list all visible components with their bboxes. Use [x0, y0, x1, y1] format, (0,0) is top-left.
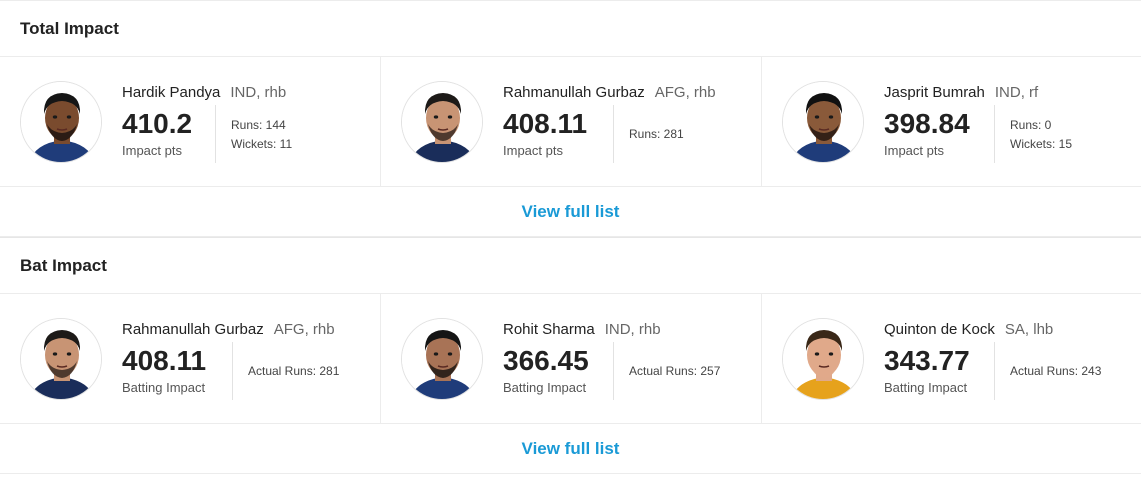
- section-title: Total Impact: [0, 1, 1141, 57]
- impact-score: 366.45: [503, 344, 589, 376]
- player-cards: Hardik Pandya IND, rhb 410.2 Impact pts …: [0, 57, 1141, 187]
- extra-stats: Runs: 144 Wickets: 11: [216, 109, 292, 161]
- player-info: Jasprit Bumrah IND, rf 398.84 Impact pts…: [884, 83, 1141, 163]
- player-card[interactable]: Rohit Sharma IND, rhb 366.45 Batting Imp…: [381, 294, 762, 424]
- player-avatar[interactable]: [782, 81, 864, 163]
- view-full-list-link[interactable]: View full list: [0, 424, 1141, 474]
- extra-stats: Runs: 0 Wickets: 15: [995, 109, 1072, 161]
- impact-score: 408.11: [503, 107, 588, 139]
- player-avatar[interactable]: [20, 318, 102, 400]
- player-meta: AFG, rhb: [273, 320, 335, 338]
- score-block: 366.45 Batting Impact: [503, 344, 613, 398]
- player-name[interactable]: Quinton de Kock: [884, 321, 995, 338]
- score-label: Batting Impact: [503, 379, 587, 395]
- score-label: Impact pts: [884, 142, 944, 158]
- player-name[interactable]: Rahmanullah Gurbaz: [503, 84, 645, 101]
- score-block: 343.77 Batting Impact: [884, 344, 994, 398]
- extra-stat: Actual Runs: 257: [629, 364, 721, 378]
- player-card[interactable]: Jasprit Bumrah IND, rf 398.84 Impact pts…: [762, 57, 1141, 187]
- player-avatar[interactable]: [401, 81, 483, 163]
- extra-stats: Actual Runs: 257: [614, 346, 720, 398]
- player-name[interactable]: Hardik Pandya: [122, 84, 220, 101]
- score-block: 398.84 Impact pts: [884, 107, 994, 161]
- extra-stat: Runs: 281: [629, 127, 684, 141]
- extra-stat: Actual Runs: 281: [248, 364, 340, 378]
- player-cards: Rahmanullah Gurbaz AFG, rhb 408.11 Batti…: [0, 294, 1141, 424]
- player-avatar[interactable]: [782, 318, 864, 400]
- impact-score: 408.11: [122, 344, 207, 376]
- player-name[interactable]: Rahmanullah Gurbaz: [122, 321, 264, 338]
- player-avatar[interactable]: [20, 81, 102, 163]
- section-title: Bat Impact: [0, 238, 1141, 294]
- score-block: 410.2 Impact pts: [122, 107, 215, 161]
- player-info: Quinton de Kock SA, lhb 343.77 Batting I…: [884, 320, 1141, 400]
- player-name[interactable]: Jasprit Bumrah: [884, 84, 985, 101]
- extra-stats: Actual Runs: 281: [233, 346, 339, 398]
- player-info: Rahmanullah Gurbaz AFG, rhb 408.11 Impac…: [503, 83, 761, 163]
- impact-score: 410.2: [122, 107, 193, 139]
- score-label: Batting Impact: [122, 379, 206, 395]
- score-block: 408.11 Batting Impact: [122, 344, 232, 398]
- player-info: Rohit Sharma IND, rhb 366.45 Batting Imp…: [503, 320, 761, 400]
- score-block: 408.11 Impact pts: [503, 107, 613, 161]
- impact-page: Total Impact Hardik Pandya IND, rhb 410.…: [0, 0, 1141, 474]
- player-card[interactable]: Hardik Pandya IND, rhb 410.2 Impact pts …: [0, 57, 381, 187]
- player-avatar[interactable]: [401, 318, 483, 400]
- impact-score: 398.84: [884, 107, 970, 139]
- score-label: Impact pts: [122, 142, 182, 158]
- player-name[interactable]: Rohit Sharma: [503, 321, 595, 338]
- score-label: Batting Impact: [884, 379, 968, 395]
- player-info: Rahmanullah Gurbaz AFG, rhb 408.11 Batti…: [122, 320, 380, 400]
- player-card[interactable]: Rahmanullah Gurbaz AFG, rhb 408.11 Impac…: [381, 57, 762, 187]
- player-card[interactable]: Rahmanullah Gurbaz AFG, rhb 408.11 Batti…: [0, 294, 381, 424]
- player-meta: IND, rhb: [230, 83, 287, 101]
- section-bat-impact: Bat Impact Rahmanullah Gurbaz AFG, rhb 4…: [0, 237, 1141, 474]
- section-total-impact: Total Impact Hardik Pandya IND, rhb 410.…: [0, 0, 1141, 237]
- player-info: Hardik Pandya IND, rhb 410.2 Impact pts …: [122, 83, 380, 163]
- extra-stat: Actual Runs: 243: [1010, 364, 1102, 378]
- extra-stat: Wickets: 15: [1010, 136, 1073, 151]
- extra-stat: Runs: 144: [231, 117, 286, 132]
- player-card[interactable]: Quinton de Kock SA, lhb 343.77 Batting I…: [762, 294, 1141, 424]
- view-full-list-link[interactable]: View full list: [0, 187, 1141, 237]
- score-label: Impact pts: [503, 142, 563, 158]
- extra-stats: Actual Runs: 243: [995, 346, 1101, 398]
- player-meta: SA, lhb: [1004, 320, 1054, 338]
- player-meta: IND, rhb: [604, 320, 661, 338]
- player-meta: AFG, rhb: [654, 83, 716, 101]
- extra-stat: Wickets: 11: [231, 136, 293, 151]
- extra-stat: Runs: 0: [1010, 117, 1052, 132]
- impact-score: 343.77: [884, 344, 970, 376]
- extra-stats: Runs: 281: [614, 109, 684, 161]
- player-meta: IND, rf: [994, 83, 1039, 101]
